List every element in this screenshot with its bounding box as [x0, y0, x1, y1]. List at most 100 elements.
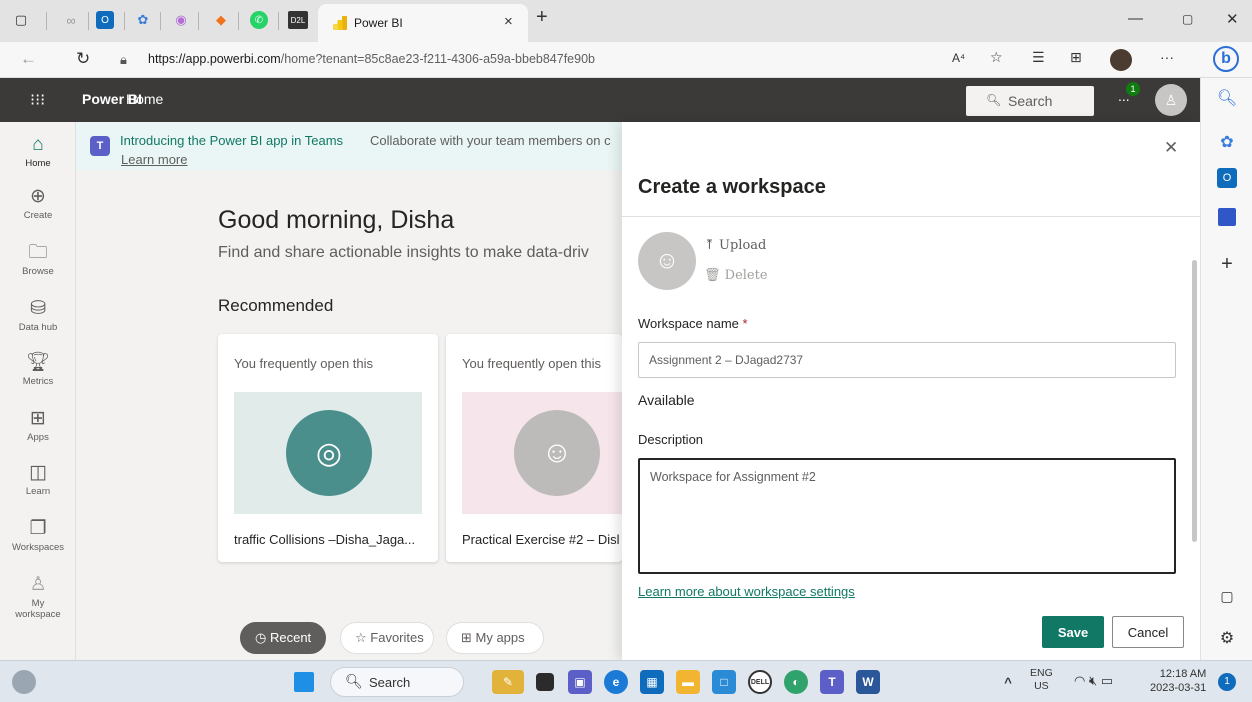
- apps-icon: ⊞: [461, 630, 476, 645]
- delete-button[interactable]: 🗑︎ Delete: [704, 268, 768, 283]
- nav-item-my-workspace[interactable]: ♙ My workspace: [0, 574, 76, 620]
- nav-item-apps[interactable]: ⊞ Apps: [0, 408, 76, 443]
- search-icon: 🔍︎: [345, 673, 363, 689]
- upload-button[interactable]: ⤒ Upload: [704, 238, 766, 253]
- link-icon[interactable]: ∞: [60, 9, 82, 31]
- upload-icon: ⤒: [704, 238, 720, 253]
- search-icon[interactable]: 🔍︎: [1215, 86, 1239, 110]
- nav-item-browse[interactable]: 🗀︎ Browse: [0, 242, 76, 277]
- learn-more-link[interactable]: Learn more about workspace settings: [638, 584, 855, 599]
- plus-circle-icon: ⊕: [30, 186, 46, 207]
- edge-taskbar-icon[interactable]: e: [604, 670, 628, 694]
- d2l-tab-icon[interactable]: D2L: [288, 11, 308, 29]
- close-panel-icon[interactable]: ✕: [1164, 138, 1178, 158]
- restore-icon[interactable]: ▢: [1182, 12, 1193, 26]
- recommended-card[interactable]: You frequently open this ◎ traffic Colli…: [218, 334, 438, 562]
- taskbar-search[interactable]: 🔍︎ Search: [330, 667, 464, 697]
- account-avatar[interactable]: ♙: [1155, 84, 1187, 116]
- edge-dev-icon[interactable]: ◐: [784, 670, 808, 694]
- outlook-tab-icon[interactable]: O: [96, 11, 114, 29]
- bing-chat-icon[interactable]: b: [1213, 46, 1239, 72]
- box-tab-icon[interactable]: ◆: [210, 9, 232, 31]
- subtitle: Find and share actionable insights to ma…: [218, 244, 589, 261]
- minimize-icon[interactable]: —: [1128, 10, 1143, 27]
- favorite-star-icon[interactable]: ☆: [990, 49, 1003, 66]
- url-field[interactable]: https://app.powerbi.com/home?tenant=85c8…: [148, 52, 595, 66]
- book-icon: ◫: [29, 462, 47, 483]
- new-tab-button[interactable]: +: [536, 6, 548, 29]
- description-input[interactable]: Workspace for Assignment #2: [638, 458, 1176, 574]
- read-aloud-icon[interactable]: A⁴: [952, 51, 965, 65]
- dell-icon[interactable]: DELL: [748, 670, 772, 694]
- workspace-name-input[interactable]: [638, 342, 1176, 378]
- outlook-icon[interactable]: O: [1217, 168, 1237, 188]
- widgets-icon[interactable]: [12, 670, 36, 694]
- tab-actions-icon[interactable]: ▢: [10, 9, 32, 31]
- language-indicator[interactable]: ENG US: [1030, 667, 1053, 693]
- add-icon[interactable]: +: [1215, 252, 1239, 276]
- panel-scrollbar[interactable]: [1192, 260, 1197, 542]
- pill-label: Favorites: [370, 630, 424, 645]
- lang-bottom: US: [1034, 680, 1049, 692]
- tab-divider: [124, 12, 125, 30]
- nav-item-learn[interactable]: ◫ Learn: [0, 462, 76, 497]
- taskbar-app-icon[interactable]: [536, 673, 554, 691]
- close-tab-icon[interactable]: ×: [504, 13, 513, 30]
- app-launcher-icon[interactable]: ⁝⁝⁝: [30, 90, 45, 110]
- person-icon: ♙: [29, 574, 47, 595]
- apps-icon: ⊞: [30, 408, 46, 429]
- nav-item-workspaces[interactable]: ❐ Workspaces: [0, 518, 76, 553]
- settings-icon[interactable]: ⚙: [1215, 626, 1239, 650]
- windows-start-icon[interactable]: [294, 672, 314, 692]
- extension-tab-icon[interactable]: ◉: [170, 9, 192, 31]
- pill-label: My apps: [475, 630, 525, 645]
- more-options-icon[interactable]: ···: [1160, 49, 1174, 65]
- tab-divider: [278, 12, 279, 30]
- back-icon[interactable]: ←: [20, 49, 37, 69]
- card-title: traffic Collisions –Disha_Jaga...: [234, 532, 416, 547]
- taskbar-app-icon[interactable]: ✎: [492, 670, 524, 694]
- profile-avatar-icon[interactable]: [1110, 49, 1132, 71]
- office-icon[interactable]: [1218, 208, 1236, 226]
- favorites-pill[interactable]: ☆ Favorites: [340, 622, 434, 654]
- collections-icon[interactable]: ⊞: [1070, 49, 1082, 66]
- taskbar-app-icon[interactable]: ▣: [568, 670, 592, 694]
- nav-item-create[interactable]: ⊕ Create: [0, 186, 76, 221]
- teams-taskbar-icon[interactable]: T: [820, 670, 844, 694]
- close-window-icon[interactable]: ✕: [1226, 10, 1239, 28]
- nav-item-home[interactable]: ⌂ Home: [0, 134, 76, 169]
- sidebar-panel-icon[interactable]: ▢: [1215, 584, 1239, 608]
- cancel-button[interactable]: Cancel: [1112, 616, 1184, 648]
- tray-icons[interactable]: ◠ 🔇︎ ▭: [1074, 673, 1113, 689]
- file-explorer-icon[interactable]: ▬: [676, 670, 700, 694]
- browser-tab-bar: ▢ ∞ O ✿ ◉ ◆ ✆ D2L Power BI × + — ▢ ✕: [0, 0, 1252, 42]
- notification-badge[interactable]: 1: [1218, 673, 1236, 691]
- mute-icon: 🔇︎: [1088, 673, 1098, 688]
- recommended-card[interactable]: You frequently open this ☺ Practical Exe…: [446, 334, 622, 562]
- tab-power-bi[interactable]: Power BI ×: [318, 4, 528, 42]
- nav-item-metrics[interactable]: 🏆︎ Metrics: [0, 352, 76, 387]
- battery-icon: ▭: [1100, 673, 1114, 688]
- windows-taskbar: 🔍︎ Search ✎ ▣ e ▦ ▬ □ DELL ◐ T W ^ ENG U…: [0, 660, 1252, 702]
- store-icon[interactable]: ▦: [640, 670, 664, 694]
- chevron-up-icon[interactable]: ^: [996, 670, 1020, 694]
- lock-icon[interactable]: 🔒︎: [120, 52, 127, 68]
- clock[interactable]: 12:18 AM 2023-03-31: [1150, 667, 1206, 695]
- favorites-icon[interactable]: ☰: [1032, 49, 1045, 66]
- copilot-icon[interactable]: ✿: [1215, 130, 1239, 154]
- my-apps-pill[interactable]: ⊞ My apps: [446, 622, 544, 654]
- recent-pill[interactable]: ◷ Recent: [240, 622, 327, 654]
- save-button[interactable]: Save: [1042, 616, 1104, 648]
- taskbar-app-icon[interactable]: □: [712, 670, 736, 694]
- nav-label: Browse: [22, 266, 54, 277]
- banner-learn-more-link[interactable]: Learn more: [121, 152, 187, 167]
- refresh-icon[interactable]: ↻: [76, 49, 90, 69]
- header-search-box[interactable]: 🔍︎ Search: [966, 86, 1094, 116]
- whatsapp-tab-icon[interactable]: ✆: [250, 11, 268, 29]
- nav-item-data-hub[interactable]: ⛁ Data hub: [0, 298, 76, 333]
- word-icon[interactable]: W: [856, 670, 880, 694]
- breadcrumb-home[interactable]: Home: [126, 91, 163, 107]
- browser-address-bar: ← ↻ 🔒︎ https://app.powerbi.com/home?tena…: [0, 42, 1252, 78]
- copilot-tab-icon[interactable]: ✿: [132, 9, 154, 31]
- delete-label: Delete: [724, 268, 768, 283]
